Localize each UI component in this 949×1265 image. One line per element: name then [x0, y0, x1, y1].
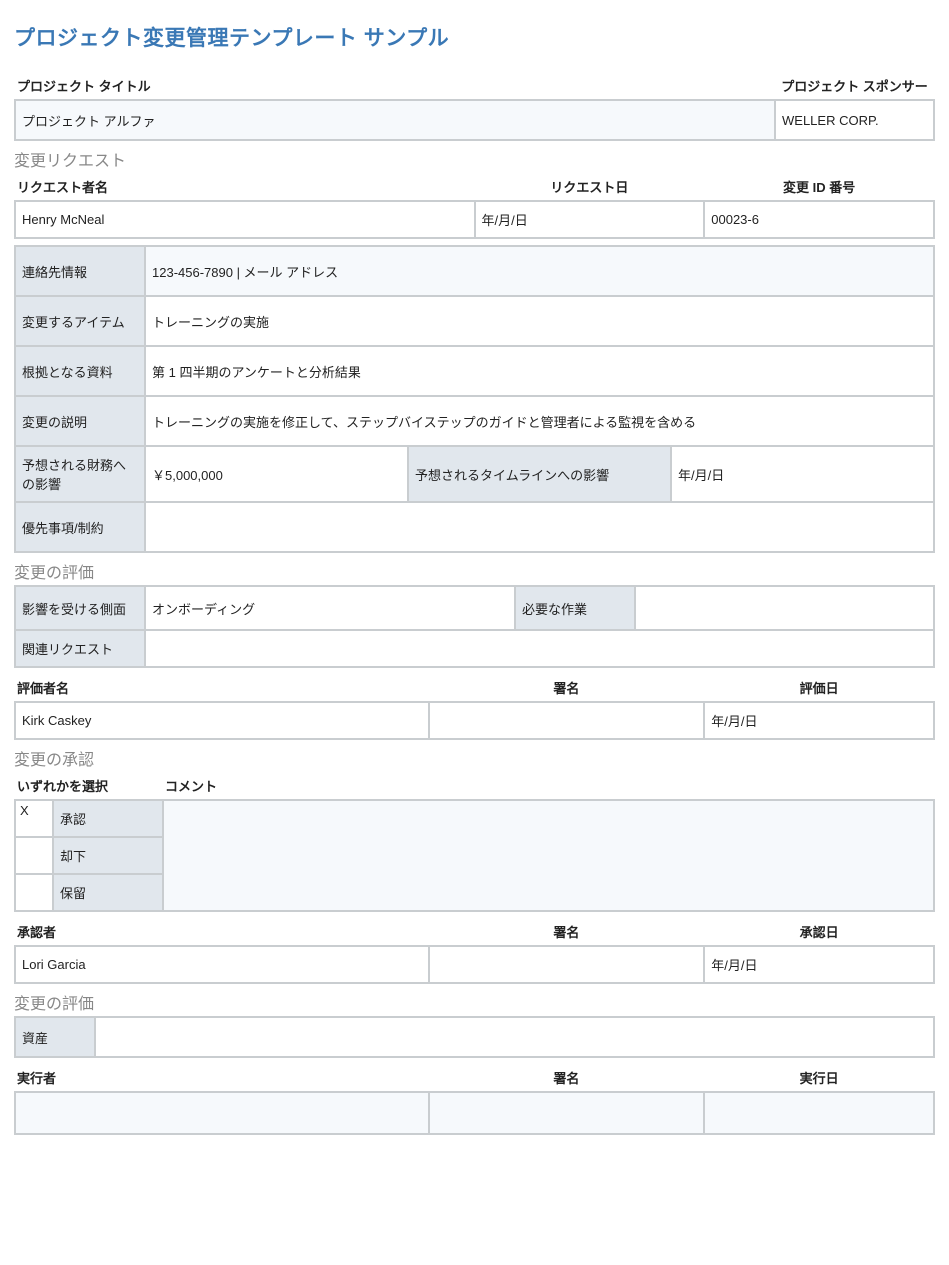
related-label: 関連リクエスト — [15, 630, 145, 667]
executor-value — [15, 1092, 429, 1134]
priority-value — [145, 502, 934, 552]
eval-detail-table: 影響を受ける側面 オンボーディング 必要な作業 関連リクエスト — [14, 585, 935, 668]
approve-mark[interactable]: X — [15, 800, 53, 837]
impl-sig-value — [429, 1092, 705, 1134]
eval-date-label: 評価日 — [704, 674, 934, 702]
approval-sig-label: 署名 — [429, 918, 705, 946]
item-label: 変更するアイテム — [15, 296, 145, 346]
request-date-value: 年/月/日 — [475, 201, 705, 238]
work-value — [635, 586, 934, 630]
eval-sig-value — [429, 702, 705, 739]
evaluator-label: 評価者名 — [15, 674, 429, 702]
approve-option: 承認 — [53, 800, 163, 837]
contact-value: 123-456-7890 | メール アドレス — [145, 246, 934, 296]
change-id-label: 変更 ID 番号 — [704, 173, 934, 201]
approver-value: Lori Garcia — [15, 946, 429, 983]
approval-date-value: 年/月/日 — [704, 946, 934, 983]
comment-label: コメント — [163, 772, 934, 800]
evaluator-value: Kirk Caskey — [15, 702, 429, 739]
work-label: 必要な作業 — [515, 586, 635, 630]
priority-label: 優先事項/制約 — [15, 502, 145, 552]
choose-label: いずれかを選択 — [15, 772, 163, 800]
desc-value: トレーニングの実施を修正して、ステップバイステップのガイドと管理者による監視を含… — [145, 396, 934, 446]
defer-option: 保留 — [53, 874, 163, 911]
approval-sig-value — [429, 946, 705, 983]
contact-label: 連絡先情報 — [15, 246, 145, 296]
request-date-label: リクエスト日 — [475, 173, 705, 201]
timeline-label: 予想されるタイムラインへの影響 — [408, 446, 671, 502]
approval-date-label: 承認日 — [704, 918, 934, 946]
reject-mark[interactable] — [15, 837, 53, 874]
eval-date-value: 年/月/日 — [704, 702, 934, 739]
reject-option: 却下 — [53, 837, 163, 874]
asset-table: 資産 — [14, 1016, 935, 1058]
impl-date-value — [704, 1092, 934, 1134]
request-section-title: 変更リクエスト — [14, 147, 935, 171]
project-title-value: プロジェクト アルファ — [15, 100, 775, 140]
impl-sig-label: 署名 — [429, 1064, 705, 1092]
project-header-table: プロジェクト タイトル プロジェクト スポンサー プロジェクト アルファ WEL… — [14, 72, 935, 141]
impl-date-label: 実行日 — [704, 1064, 934, 1092]
project-sponsor-value: WELLER CORP. — [775, 100, 934, 140]
request-detail-table: 連絡先情報 123-456-7890 | メール アドレス 変更するアイテム ト… — [14, 245, 935, 553]
executor-label: 実行者 — [15, 1064, 429, 1092]
basis-value: 第 1 四半期のアンケートと分析結果 — [145, 346, 934, 396]
aspect-value: オンボーディング — [145, 586, 515, 630]
item-value: トレーニングの実施 — [145, 296, 934, 346]
defer-mark[interactable] — [15, 874, 53, 911]
impl-sign-table: 実行者 署名 実行日 — [14, 1064, 935, 1135]
approval-section-title: 変更の承認 — [14, 746, 935, 770]
approver-label: 承認者 — [15, 918, 429, 946]
approval-sign-table: 承認者 署名 承認日 Lori Garcia 年/月/日 — [14, 918, 935, 984]
project-sponsor-label: プロジェクト スポンサー — [775, 72, 934, 100]
eval-sign-table: 評価者名 署名 評価日 Kirk Caskey 年/月/日 — [14, 674, 935, 740]
impl-section-title: 変更の評価 — [14, 990, 935, 1014]
fin-label: 予想される財務への影響 — [15, 446, 145, 502]
eval-sig-label: 署名 — [429, 674, 705, 702]
asset-value — [95, 1017, 934, 1057]
approval-table: いずれかを選択 コメント X 承認 却下 保留 — [14, 772, 935, 912]
request-top-table: リクエスト者名 リクエスト日 変更 ID 番号 Henry McNeal 年/月… — [14, 173, 935, 239]
timeline-value: 年/月/日 — [671, 446, 934, 502]
fin-value: ￥5,000,000 — [145, 446, 408, 502]
desc-label: 変更の説明 — [15, 396, 145, 446]
comment-value[interactable] — [163, 800, 934, 911]
requester-label: リクエスト者名 — [15, 173, 475, 201]
project-title-label: プロジェクト タイトル — [15, 72, 775, 100]
aspect-label: 影響を受ける側面 — [15, 586, 145, 630]
asset-label: 資産 — [15, 1017, 95, 1057]
requester-value: Henry McNeal — [15, 201, 475, 238]
eval-section-title: 変更の評価 — [14, 559, 935, 583]
page-title: プロジェクト変更管理テンプレート サンプル — [14, 22, 935, 52]
related-value — [145, 630, 934, 667]
basis-label: 根拠となる資料 — [15, 346, 145, 396]
change-id-value: 00023-6 — [704, 201, 934, 238]
